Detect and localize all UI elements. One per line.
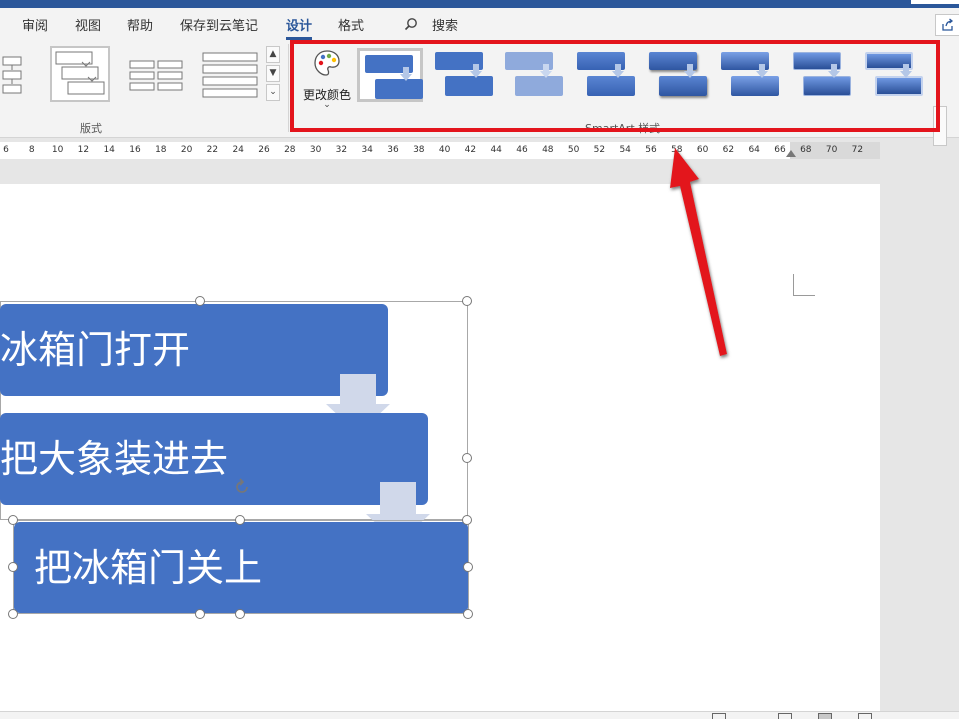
horizontal-ruler: 6 8 10 12 14 16 18 20 22 24 26 28 30 32 34 36 38 40 42 44 46… (0, 142, 880, 159)
ruler-tick-label: 14 (103, 145, 115, 155)
layout-thumb-3[interactable] (125, 46, 185, 102)
ruler-tick-label: 32 (335, 145, 348, 155)
ruler-tick-label: 38 (413, 145, 425, 155)
ruler-tick-label: 18 (155, 145, 167, 155)
ruler-tick-label: 20 (180, 145, 193, 155)
ruler-tick-label: 60 (696, 145, 709, 155)
ruler-tick-label: 26 (258, 145, 270, 155)
web-layout-icon[interactable] (858, 713, 872, 719)
step-1-text: 冰箱门打开 (0, 328, 191, 372)
ruler-tick-label: 36 (387, 145, 399, 155)
ruler-tick-label: 22 (206, 145, 219, 155)
read-mode-icon[interactable] (778, 713, 792, 719)
indent-marker[interactable] (786, 150, 796, 157)
search-icon[interactable] (404, 17, 418, 31)
ruler-tick-label: 24 (232, 145, 244, 155)
resize-handle[interactable] (462, 453, 472, 463)
ruler-tick-label: 28 (284, 145, 296, 155)
ribbon-separator (288, 44, 289, 132)
ruler-tick-label: 42 (464, 145, 477, 155)
ribbon-tabs: 审阅 视图 帮助 保存到云笔记 设计 格式 搜索 (0, 8, 959, 40)
print-layout-icon[interactable] (818, 713, 832, 719)
resize-handle[interactable] (8, 562, 18, 572)
ruler-tick-label: 62 (722, 145, 735, 155)
resize-handle[interactable] (235, 609, 245, 619)
tab-save-to-cloud-note[interactable]: 保存到云笔记 (180, 15, 258, 34)
title-bar (0, 0, 959, 8)
ruler-tick-label: 70 (825, 145, 838, 155)
layouts-group-label: 版式 (80, 122, 102, 135)
ruler-tick-label: 68 (800, 145, 812, 155)
ruler-tick-label: 64 (748, 145, 760, 155)
resize-handle[interactable] (235, 515, 245, 525)
tab-help[interactable]: 帮助 (127, 15, 153, 34)
ruler-tick-label: 52 (593, 145, 606, 155)
resize-handle[interactable] (462, 296, 472, 306)
ruler-tick-label: 40 (438, 145, 451, 155)
ruler-tick-label: 44 (490, 145, 502, 155)
ruler-tick-label: 48 (542, 145, 554, 155)
smartart-step-2[interactable]: 把大象装进去 (0, 413, 428, 505)
ruler-tick-label: 56 (645, 145, 657, 155)
layout-thumb-1[interactable] (0, 46, 38, 102)
resize-handle[interactable] (463, 562, 473, 572)
ruler-tick-label: 66 (774, 145, 786, 155)
ruler-tick-label: 54 (619, 145, 631, 155)
resize-handle[interactable] (8, 515, 18, 525)
ruler-tick-label: 50 (567, 145, 580, 155)
ruler-tick-label: 46 (516, 145, 528, 155)
ruler-tick-label: 34 (361, 145, 373, 155)
step-2-text: 把大象装进去 (0, 437, 229, 481)
ruler-tick-label: 30 (309, 145, 322, 155)
window-control[interactable] (911, 0, 959, 4)
ruler-tick-label: 12 (77, 145, 90, 155)
ruler-tick-label: 58 (671, 145, 683, 155)
ruler-tick-label: 72 (851, 145, 864, 155)
search-label[interactable]: 搜索 (432, 15, 458, 34)
ruler-tick-label: 8 (28, 145, 35, 155)
layout-thumb-2[interactable] (50, 46, 110, 102)
tab-design[interactable]: 设计 (286, 15, 313, 40)
resize-handle[interactable] (195, 296, 205, 306)
layout-more-button[interactable]: ⌄ (266, 84, 280, 101)
share-icon (942, 18, 954, 31)
rotate-handle-icon[interactable] (232, 477, 252, 497)
layout-thumb-4[interactable] (198, 46, 258, 102)
ruler-tick-label: 10 (51, 145, 64, 155)
ruler-tick-label: 16 (129, 145, 141, 155)
highlight-box (290, 40, 940, 132)
status-bar (0, 711, 959, 719)
layout-scroll-up-button[interactable]: ▲ (266, 46, 280, 63)
resize-handle[interactable] (463, 609, 473, 619)
tab-format[interactable]: 格式 (338, 15, 364, 34)
share-button[interactable] (935, 14, 959, 36)
selected-shape-frame[interactable] (13, 520, 469, 614)
resize-handle[interactable] (195, 609, 205, 619)
focus-mode-icon[interactable] (712, 713, 726, 719)
tab-view[interactable]: 视图 (75, 15, 101, 34)
tab-review[interactable]: 审阅 (22, 15, 48, 34)
margin-corner-mark (793, 274, 815, 296)
resize-handle[interactable] (8, 609, 18, 619)
layout-scroll-down-button[interactable]: ▼ (266, 65, 280, 82)
resize-handle[interactable] (462, 515, 472, 525)
ruler-tick-label: 6 (3, 145, 9, 155)
